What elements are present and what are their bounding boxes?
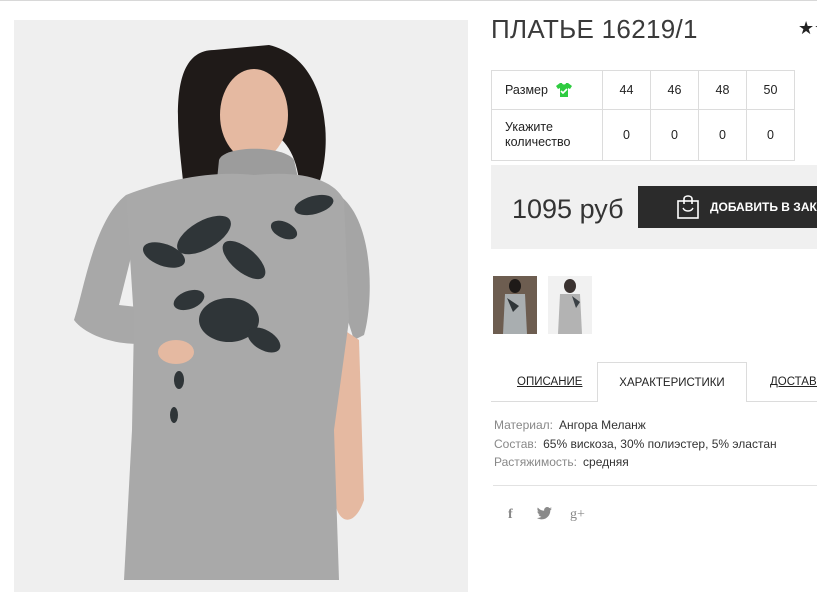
spec-key: Растяжимость:: [494, 455, 578, 469]
size-quantity-table: Размер 44 46 48 50 Укажите количество 0 …: [491, 70, 795, 161]
info-tabs: ОПИСАНИЕ ХАРАКТЕРИСТИКИ ДОСТАВКА: [491, 362, 817, 402]
price: 1095 руб: [512, 194, 624, 224]
size-cell: 48: [698, 70, 747, 110]
size-label-cell: Размер: [491, 70, 603, 110]
tab-characteristics-label: ХАРАКТЕРИСТИКИ: [619, 377, 725, 389]
tab-description[interactable]: ОПИСАНИЕ: [517, 376, 582, 388]
quantity-label: Укажите количество: [491, 109, 603, 161]
spec-stretch: Растяжимость: средняя: [494, 455, 629, 469]
google-plus-icon[interactable]: g+: [570, 507, 585, 523]
tab-delivery[interactable]: ДОСТАВКА: [770, 376, 817, 388]
quantity-input[interactable]: 0: [698, 109, 747, 161]
quantity-input[interactable]: 0: [650, 109, 699, 161]
spec-key: Состав:: [494, 437, 538, 451]
quantity-input[interactable]: 0: [602, 109, 651, 161]
size-cell: 44: [602, 70, 651, 110]
thumbnail-front[interactable]: [493, 276, 537, 334]
product-main-image[interactable]: [14, 20, 468, 592]
size-label: Размер: [505, 82, 548, 97]
add-to-order-button[interactable]: ДОБАВИТЬ В ЗАКАЗ: [638, 186, 817, 228]
price-panel: 1095 руб ДОБАВИТЬ В ЗАКАЗ: [491, 165, 817, 249]
spec-material: Материал: Ангора Меланж: [494, 418, 646, 432]
spec-value: средняя: [583, 455, 629, 469]
spec-value: Ангора Меланж: [558, 418, 646, 432]
size-cell: 50: [746, 70, 795, 110]
quantity-input[interactable]: 0: [746, 109, 795, 161]
spec-key: Материал:: [494, 418, 553, 432]
facebook-icon[interactable]: f: [508, 507, 513, 523]
spec-composition: Состав: 65% вискоза, 30% полиэстер, 5% эл…: [494, 437, 777, 451]
divider: [493, 485, 817, 486]
thumbnail-back[interactable]: [548, 276, 592, 334]
twitter-icon[interactable]: [537, 507, 552, 523]
star-icon[interactable]: ★★: [798, 18, 817, 39]
product-title: ПЛАТЬЕ 16219/1: [491, 14, 698, 44]
shopping-bag-icon: [676, 194, 700, 223]
green-shirt-icon[interactable]: [556, 83, 573, 98]
add-to-order-label: ДОБАВИТЬ В ЗАКАЗ: [710, 200, 817, 214]
top-border: [0, 0, 817, 1]
spec-value: 65% вискоза, 30% полиэстер, 5% эластан: [543, 437, 777, 451]
tab-characteristics[interactable]: ХАРАКТЕРИСТИКИ: [597, 362, 747, 402]
size-cell: 46: [650, 70, 699, 110]
